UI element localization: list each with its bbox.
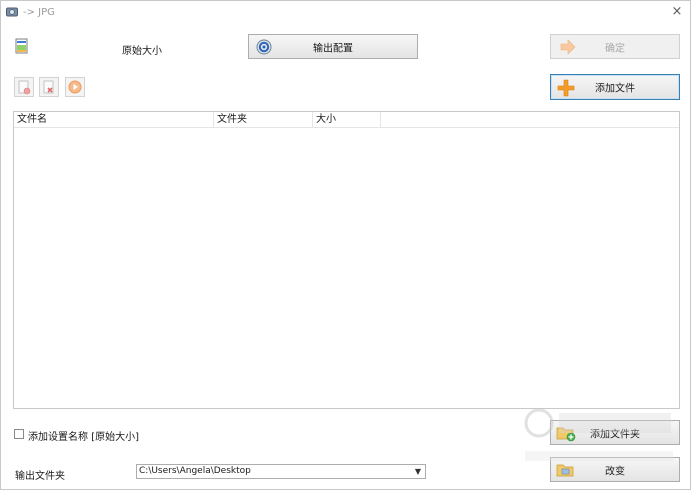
output-folder-label: 输出文件夹	[15, 471, 65, 482]
add-setting-name-label: 添加设置名称 [原始大小]	[28, 432, 139, 443]
close-button[interactable]: ×	[670, 5, 684, 19]
output-folder-select[interactable]: C:\Users\Angela\Desktop ▼	[136, 464, 426, 479]
add-file-label: 添加文件	[595, 83, 635, 95]
output-folder-path: C:\Users\Angela\Desktop	[139, 466, 251, 476]
output-config-label: 输出配置	[313, 43, 353, 54]
chevron-down-icon: ▼	[414, 467, 422, 476]
file-list-header: 文件名 文件夹 大小	[14, 112, 679, 128]
add-folder-button[interactable]: 添加文件夹	[550, 420, 680, 445]
add-folder-label: 添加文件夹	[590, 429, 640, 440]
app-icon	[6, 7, 18, 17]
remove-button[interactable]	[39, 77, 59, 97]
converter-window: -> JPG × 原始大小 输出配置 确定 添加文件 文件名 文件夹 大小 添加…	[0, 0, 691, 490]
play-button[interactable]	[65, 77, 85, 97]
add-file-button[interactable]: 添加文件	[550, 74, 680, 100]
change-button[interactable]: 改变	[550, 457, 680, 482]
confirm-button[interactable]: 确定	[550, 34, 680, 59]
image-file-icon	[15, 38, 28, 54]
title-bar: -> JPG ×	[1, 1, 690, 25]
column-header-size[interactable]: 大小	[313, 112, 381, 127]
window-title: -> JPG	[23, 7, 55, 18]
confirm-label: 确定	[605, 43, 625, 54]
column-header-filename[interactable]: 文件名	[14, 112, 214, 127]
play-icon	[68, 80, 82, 94]
output-config-button[interactable]: 输出配置	[248, 34, 418, 59]
file-list[interactable]: 文件名 文件夹 大小	[13, 111, 680, 409]
remove-icon	[43, 80, 54, 94]
size-label: 原始大小	[122, 46, 162, 57]
add-setting-name-checkbox[interactable]	[14, 429, 24, 439]
column-header-folder[interactable]: 文件夹	[214, 112, 313, 127]
add-page-button[interactable]	[14, 77, 34, 97]
add-page-icon	[18, 80, 31, 95]
change-label: 改变	[605, 466, 625, 477]
